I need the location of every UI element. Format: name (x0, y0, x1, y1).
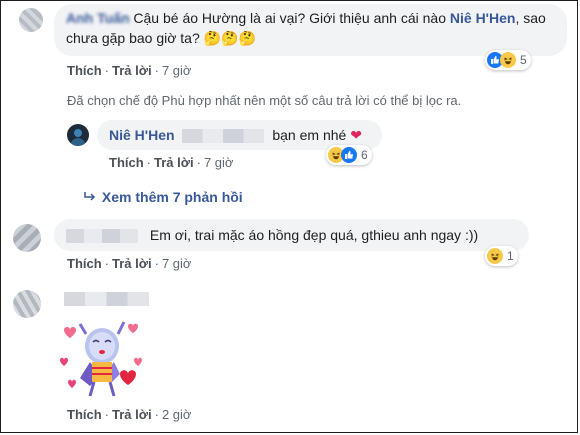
like-icon (341, 147, 357, 163)
comment-bubble: Anh Tuấn Cậu bé áo Hường là ai vại? Giới… (54, 4, 567, 56)
reaction-count: 5 (520, 53, 527, 67)
comment-bubble: Em ơi, trai mặc áo hồng đẹp quá, gthieu … (54, 219, 529, 251)
thinking-emoji: 🤔🤔🤔 (203, 30, 256, 46)
comment-text: Cậu bé áo Hường là ai vại? Giới thiệu an… (133, 10, 450, 26)
comment-actions: Thích · Trả lời · 7 giờ (67, 256, 192, 271)
avatar[interactable] (13, 224, 41, 252)
heart-emoji: ❤ (350, 127, 362, 143)
redacted-name (64, 292, 149, 306)
sticker-character-icon (56, 316, 152, 398)
reply-author[interactable]: Niê H'Hen (109, 127, 175, 143)
reply-text: bạn em nhé (272, 127, 347, 143)
reply-button[interactable]: Trả lời (154, 155, 194, 170)
comment-author[interactable]: Anh Tuấn (66, 10, 130, 26)
reaction-count: 6 (361, 148, 368, 162)
redacted-name (182, 129, 265, 144)
reply-actions: Thích · Trả lời · 7 giờ (109, 155, 234, 170)
like-button[interactable]: Thích (67, 256, 102, 271)
avatar[interactable] (67, 124, 89, 146)
comment-actions: Thích · Trả lời · 7 giờ (67, 63, 192, 78)
reaction-summary[interactable]: 1 (485, 246, 518, 266)
comment-timestamp[interactable]: 2 giờ (162, 407, 192, 422)
reply-button[interactable]: Trả lời (112, 407, 152, 422)
redacted-name (66, 229, 138, 244)
comment-text: Em ơi, trai mặc áo hồng đẹp quá, gthieu … (149, 227, 479, 243)
comment-timestamp[interactable]: 7 giờ (162, 256, 192, 271)
comment-timestamp[interactable]: 7 giờ (162, 63, 192, 78)
filter-notice: Đã chọn chế độ Phù hợp nhất nên một số c… (67, 93, 462, 108)
view-more-label: Xem thêm 7 phản hồi (101, 189, 243, 205)
like-button[interactable]: Thích (67, 63, 102, 78)
view-more-replies[interactable]: Xem thêm 7 phản hồi (84, 189, 243, 205)
reply-button[interactable]: Trả lời (112, 63, 152, 78)
reply-arrow-icon (84, 189, 98, 205)
haha-icon (500, 52, 516, 68)
reaction-count: 1 (507, 249, 514, 263)
reply-timestamp[interactable]: 7 giờ (204, 155, 234, 170)
comment-actions: Thích · Trả lời · 2 giờ (67, 407, 192, 422)
like-button[interactable]: Thích (109, 155, 144, 170)
reply-button[interactable]: Trả lời (112, 256, 152, 271)
sticker-image[interactable] (56, 316, 152, 398)
reaction-summary[interactable]: 5 (485, 50, 531, 70)
avatar[interactable] (19, 8, 43, 32)
reaction-summary[interactable]: 6 (326, 145, 372, 165)
like-button[interactable]: Thích (67, 407, 102, 422)
haha-icon (487, 248, 503, 264)
avatar[interactable] (13, 290, 41, 318)
mention-link[interactable]: Niê H'Hen (450, 10, 516, 26)
